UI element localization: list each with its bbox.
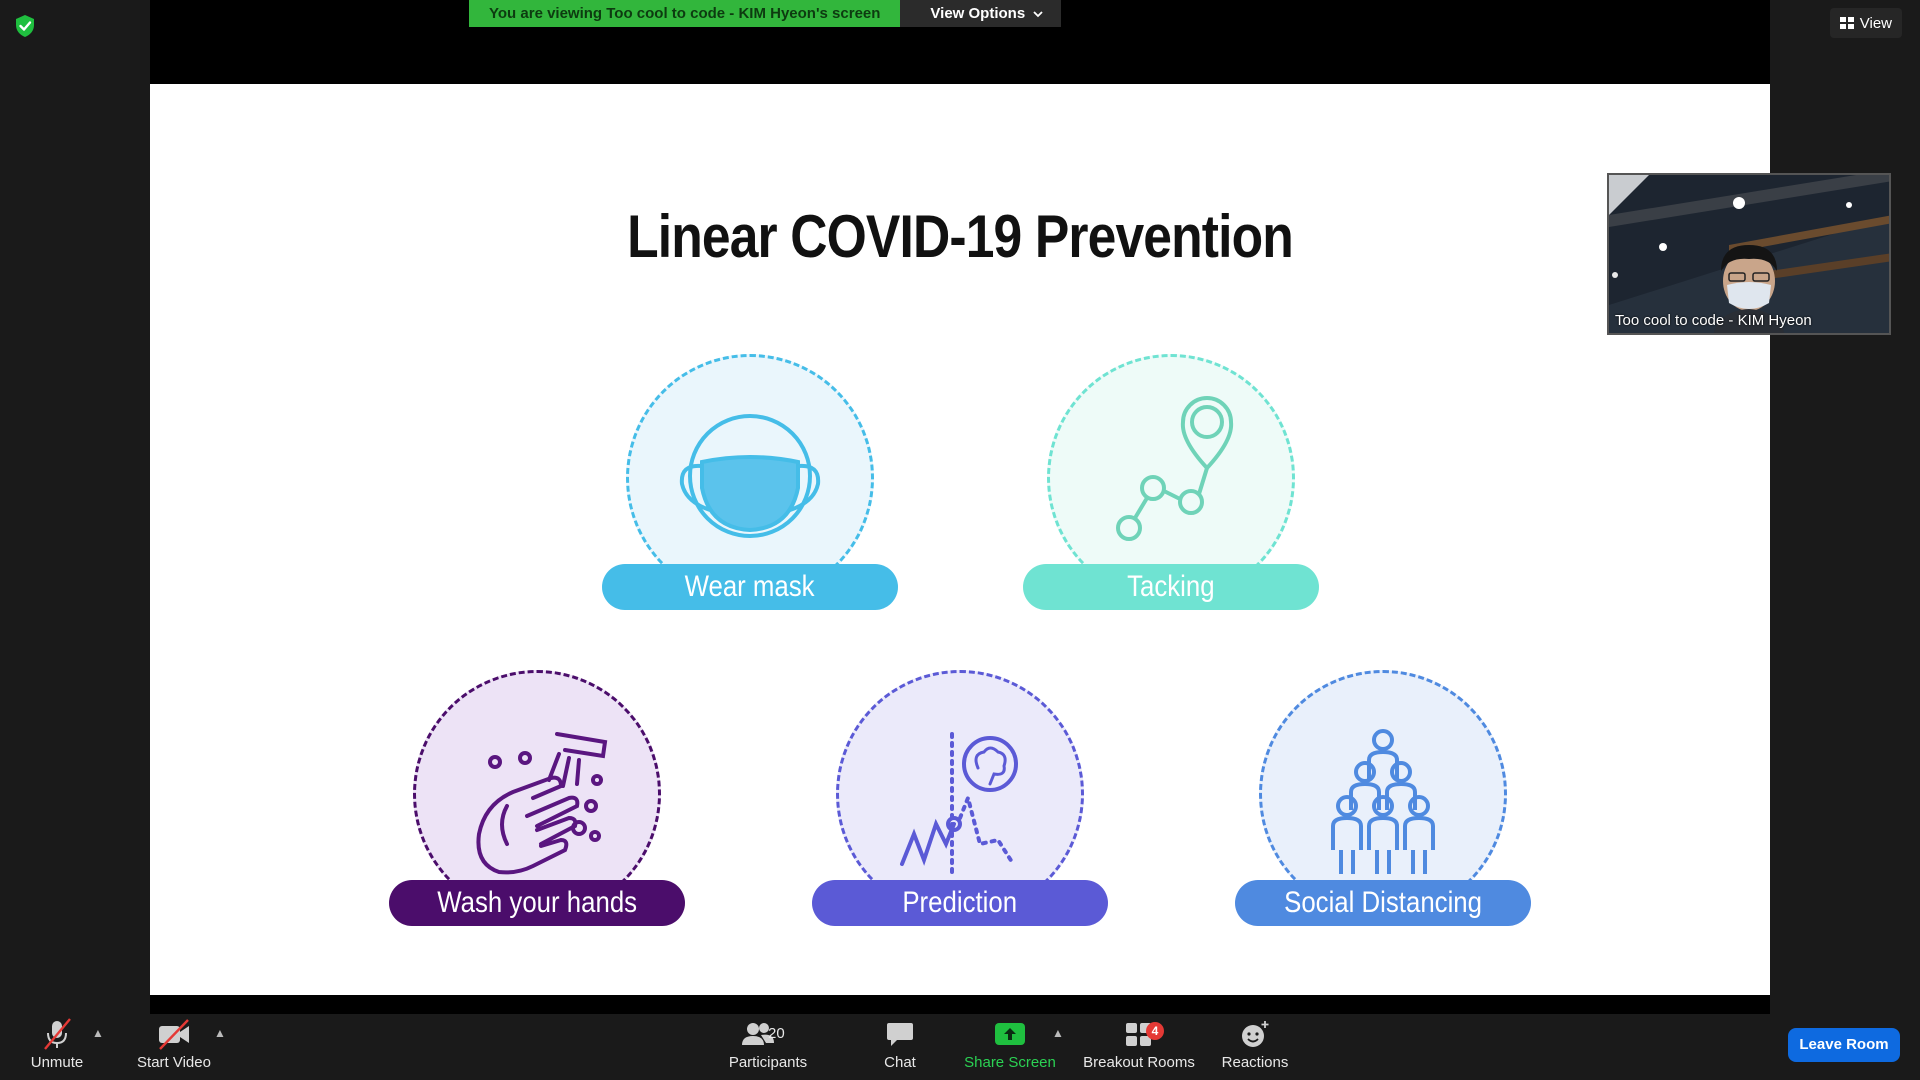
microphone-muted-icon	[44, 1018, 71, 1050]
chat-label: Chat	[884, 1054, 916, 1071]
leave-room-button[interactable]: Leave Room	[1788, 1028, 1900, 1062]
view-layout-button[interactable]: View	[1829, 8, 1902, 38]
prediction-icon	[900, 732, 1018, 876]
unmute-button[interactable]: Unmute	[22, 1014, 92, 1080]
chat-button[interactable]: Chat	[872, 1014, 928, 1080]
participants-label: Participants	[728, 1054, 808, 1071]
presentation-slide: Linear COVID-19 Prevention Wear mask Tac…	[150, 84, 1770, 995]
security-shield-icon[interactable]	[14, 14, 36, 38]
participant-video-tile[interactable]: Too cool to code - KIM Hyeon	[1607, 173, 1891, 335]
start-video-label: Start Video	[137, 1054, 211, 1071]
breakout-rooms-badge: 4	[1146, 1022, 1164, 1040]
reactions-button[interactable]: Reactions	[1218, 1014, 1292, 1080]
item-tacking: Tacking	[1023, 354, 1319, 624]
participant-name: Too cool to code - KIM Hyeon	[1615, 312, 1812, 329]
item-label: Prediction	[812, 880, 1108, 926]
share-screen-label: Share Screen	[964, 1054, 1056, 1071]
viewing-banner: You are viewing Too cool to code - KIM H…	[469, 0, 1062, 27]
tracking-icon	[1116, 396, 1234, 541]
unmute-label: Unmute	[30, 1054, 84, 1071]
breakout-rooms-label: Breakout Rooms	[1083, 1054, 1195, 1071]
grid-view-icon	[1839, 17, 1854, 29]
view-button-label: View	[1859, 14, 1892, 32]
view-options-button[interactable]: View Options	[900, 0, 1062, 27]
slide-title: Linear COVID-19 Prevention	[627, 203, 1294, 270]
participants-button[interactable]: 20 Participants	[724, 1014, 812, 1080]
start-video-button[interactable]: Start Video	[132, 1014, 216, 1080]
share-screen-icon	[995, 1023, 1025, 1045]
item-label: Tacking	[1023, 564, 1319, 610]
item-label: Social Distancing	[1235, 880, 1531, 926]
zoom-meeting-window: You are viewing Too cool to code - KIM H…	[0, 0, 1920, 1080]
hand-wash-icon	[476, 732, 608, 875]
video-options-caret-icon[interactable]: ▲	[214, 1026, 226, 1040]
share-options-caret-icon[interactable]: ▲	[1052, 1026, 1064, 1040]
meeting-toolbar: Unmute ▲ Start Video ▲ 20 Participants C…	[0, 1014, 1920, 1080]
item-social-distancing: Social Distancing	[1235, 670, 1531, 940]
item-wear-mask: Wear mask	[602, 354, 898, 624]
share-screen-button[interactable]: Share Screen	[962, 1014, 1058, 1080]
chevron-down-icon	[1033, 10, 1043, 17]
reactions-label: Reactions	[1221, 1054, 1289, 1071]
chat-icon	[887, 1023, 913, 1046]
video-camera-off-icon	[159, 1019, 189, 1050]
viewing-banner-text: You are viewing Too cool to code - KIM H…	[469, 0, 901, 27]
reactions-icon	[1242, 1021, 1269, 1047]
view-options-label: View Options	[930, 5, 1026, 22]
item-wash-hands: Wash your hands	[389, 670, 685, 940]
item-label: Wear mask	[602, 564, 898, 610]
mask-icon	[679, 414, 821, 538]
social-distancing-icon	[1331, 729, 1435, 874]
breakout-rooms-button[interactable]: 4 Breakout Rooms	[1080, 1014, 1198, 1080]
participant-video-feed	[1609, 175, 1889, 333]
participants-count: 20	[768, 1025, 785, 1042]
audio-options-caret-icon[interactable]: ▲	[92, 1026, 104, 1040]
item-label: Wash your hands	[389, 880, 685, 926]
item-prediction: Prediction	[812, 670, 1108, 940]
